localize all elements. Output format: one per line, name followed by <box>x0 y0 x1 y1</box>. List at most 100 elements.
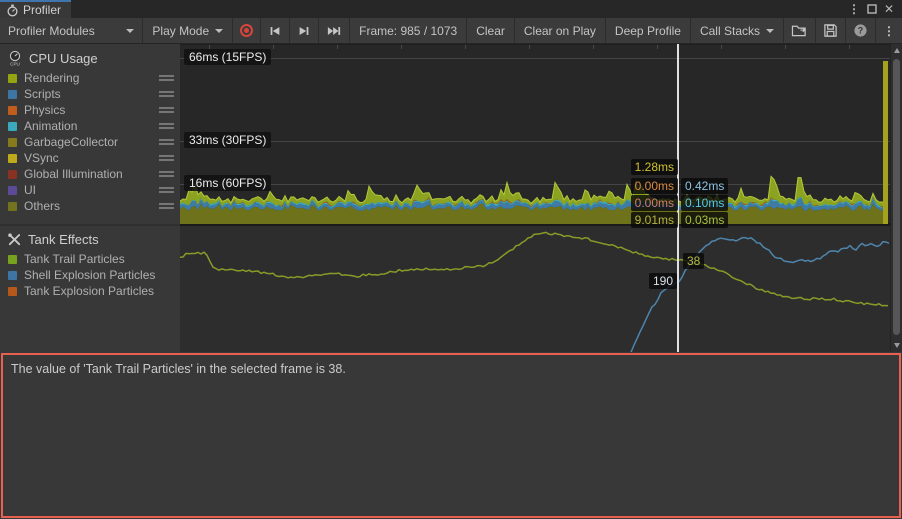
titlebar: Profiler ⋮ ✕ <box>0 0 902 18</box>
drag-handle-icon[interactable] <box>159 73 174 84</box>
scroll-down-icon[interactable] <box>891 339 902 351</box>
details-message: The value of 'Tank Trail Particles' in t… <box>11 362 346 376</box>
open-folder-icon <box>791 23 808 38</box>
gridline-label: 66ms (15FPS) <box>184 49 271 65</box>
legend-item[interactable]: Global Illumination <box>0 166 180 182</box>
series-color-swatch <box>8 170 17 179</box>
cpu-usage-module: CPU CPU Usage Rendering Scripts Physics Ani… <box>0 44 180 224</box>
scroll-up-icon[interactable] <box>891 45 902 57</box>
cpu-usage-module-header[interactable]: CPU CPU Usage <box>0 44 180 70</box>
toolbar-menu-button[interactable]: ⋮ <box>876 18 902 43</box>
series-color-swatch <box>8 255 17 264</box>
module-title: Tank Effects <box>28 232 99 247</box>
tab-title: Profiler <box>23 3 61 17</box>
legend-item-label: VSync <box>24 151 59 165</box>
maximize-icon[interactable] <box>867 4 877 14</box>
series-color-swatch <box>8 154 17 163</box>
tank-effects-module: Tank Effects Tank Trail ParticlesShell E… <box>0 224 180 352</box>
kebab-menu-icon: ⋮ <box>883 24 895 38</box>
record-icon <box>240 24 253 37</box>
step-forward-icon <box>297 24 311 38</box>
series-color-swatch <box>8 271 17 280</box>
tank-effects-module-header[interactable]: Tank Effects <box>0 226 180 251</box>
profiler-modules-dropdown[interactable]: Profiler Modules <box>0 18 143 43</box>
drag-handle-icon[interactable] <box>159 89 174 100</box>
save-icon <box>823 23 838 38</box>
drag-handle-icon[interactable] <box>159 137 174 148</box>
legend-item[interactable]: Tank Explosion Particles <box>0 283 180 299</box>
chevron-down-icon <box>766 29 774 37</box>
close-icon[interactable]: ✕ <box>884 3 894 15</box>
series-color-swatch <box>8 138 17 147</box>
series-color-swatch <box>8 106 17 115</box>
series-color-swatch <box>8 186 17 195</box>
record-button[interactable] <box>233 18 261 43</box>
details-panel: The value of 'Tank Trail Particles' in t… <box>1 353 901 518</box>
legend-item[interactable]: Scripts <box>0 86 180 102</box>
clear-button[interactable]: Clear <box>467 18 515 43</box>
save-profile-button[interactable] <box>816 18 846 43</box>
last-frame-button[interactable] <box>319 18 350 43</box>
clear-on-play-button[interactable]: Clear on Play <box>515 18 606 43</box>
cpu-usage-chart[interactable]: 66ms (15FPS)33ms (30FPS)16ms (60FPS) <box>180 44 890 223</box>
drag-handle-icon[interactable] <box>159 105 174 116</box>
chevron-down-icon <box>215 29 223 37</box>
legend-item-label: UI <box>24 183 36 197</box>
drag-handle-icon[interactable] <box>159 121 174 132</box>
legend-item[interactable]: VSync <box>0 150 180 166</box>
play-mode-dropdown[interactable]: Play Mode <box>143 18 233 43</box>
gridline-label: 16ms (60FPS) <box>184 175 271 191</box>
tank-effects-chart[interactable]: 38 190 <box>180 226 890 352</box>
selected-frame-value: 0.42ms <box>681 178 728 194</box>
legend-item-label: Scripts <box>24 87 61 101</box>
load-profile-button[interactable] <box>784 18 816 43</box>
legend-item-label: Physics <box>24 103 65 117</box>
drag-handle-icon[interactable] <box>159 153 174 164</box>
legend-item-label: Tank Explosion Particles <box>24 284 154 298</box>
selected-frame-value: 1.28ms <box>631 159 678 175</box>
selected-frame-value: 0.00ms <box>631 178 678 194</box>
legend-item[interactable]: Physics <box>0 102 180 118</box>
main-area: CPU CPU Usage Rendering Scripts Physics Ani… <box>0 44 902 352</box>
svg-text:CPU: CPU <box>10 61 20 66</box>
legend-item[interactable]: UI <box>0 182 180 198</box>
svg-text:?: ? <box>858 26 863 36</box>
legend-item[interactable]: GarbageCollector <box>0 134 180 150</box>
tools-icon <box>7 232 22 247</box>
legend-item[interactable]: Rendering <box>0 70 180 86</box>
selected-frame-value: 190 <box>649 273 677 289</box>
series-color-swatch <box>8 90 17 99</box>
legend-item[interactable]: Shell Explosion Particles <box>0 267 180 283</box>
selected-frame-value: 0.00ms <box>631 195 678 211</box>
legend-item-label: Tank Trail Particles <box>24 252 125 266</box>
profiler-window: Profiler ⋮ ✕ Profiler Modules Play Mode … <box>0 0 902 519</box>
help-button[interactable]: ? <box>846 18 876 43</box>
selected-frame-value: 0.03ms <box>681 212 728 228</box>
legend-item[interactable]: Tank Trail Particles <box>0 251 180 267</box>
legend-item-label: Rendering <box>24 71 79 85</box>
window-menu-icon[interactable]: ⋮ <box>848 3 860 15</box>
legend-item-label: Animation <box>24 119 77 133</box>
series-color-swatch <box>8 74 17 83</box>
drag-handle-icon[interactable] <box>159 169 174 180</box>
call-stacks-dropdown[interactable]: Call Stacks <box>691 18 784 43</box>
legend-item-label: GarbageCollector <box>24 135 118 149</box>
legend-item[interactable]: Others <box>0 198 180 214</box>
next-frame-button[interactable] <box>290 18 319 43</box>
legend-item-label: Global Illumination <box>24 167 123 181</box>
drag-handle-icon[interactable] <box>159 201 174 212</box>
stopwatch-icon <box>6 4 19 17</box>
scrollbar-thumb[interactable] <box>893 59 900 335</box>
legend-item[interactable]: Animation <box>0 118 180 134</box>
drag-handle-icon[interactable] <box>159 185 174 196</box>
selected-frame-value: 38 <box>683 253 704 269</box>
series-color-swatch <box>8 287 17 296</box>
deep-profile-button[interactable]: Deep Profile <box>606 18 691 43</box>
charts-scrollbar[interactable] <box>890 44 902 352</box>
series-color-swatch <box>8 122 17 131</box>
prev-frame-button[interactable] <box>261 18 290 43</box>
selected-frame-value: 9.01ms <box>631 212 678 228</box>
charts-area: 66ms (15FPS)33ms (30FPS)16ms (60FPS) 38 1… <box>180 44 890 352</box>
tab-profiler[interactable]: Profiler <box>0 0 71 18</box>
chevron-down-icon <box>126 29 134 37</box>
